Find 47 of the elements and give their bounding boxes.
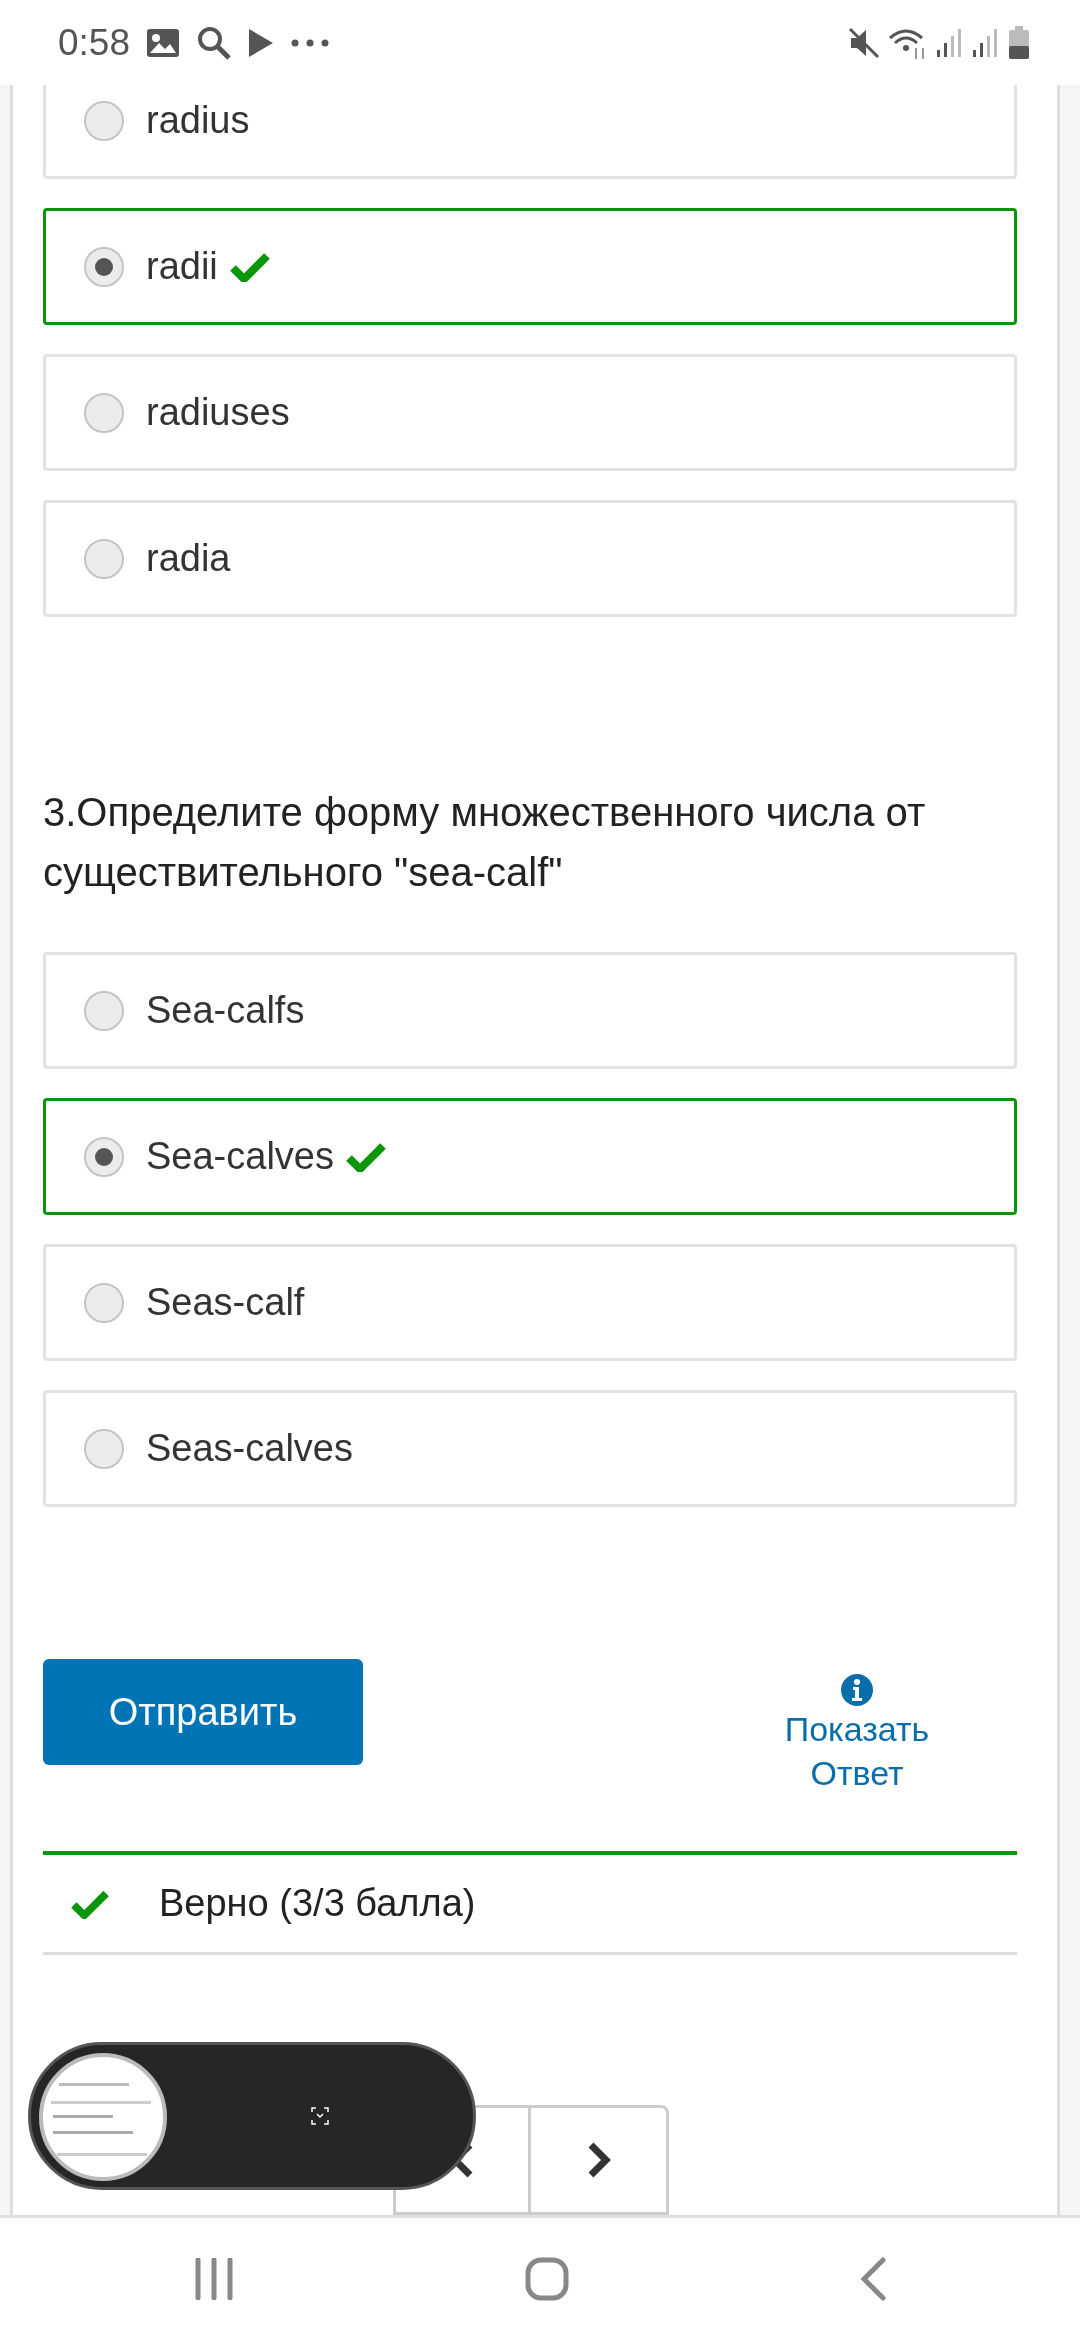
option-label: Seas-calf <box>146 1280 305 1325</box>
thumbnail-drawing[interactable] <box>39 2053 167 2181</box>
answer-option[interactable]: Seas-calf <box>43 1244 1017 1361</box>
submit-button[interactable]: Отправить <box>43 1659 363 1765</box>
status-time: 0:58 <box>58 20 130 65</box>
signal-icon <box>936 27 964 58</box>
radio-button[interactable] <box>84 538 124 579</box>
home-icon[interactable] <box>525 2257 569 2301</box>
more-icon <box>290 37 330 48</box>
option-label: radia <box>146 536 231 581</box>
answer-option[interactable]: radius <box>43 85 1017 179</box>
result-text: Верно (3/3 балла) <box>159 1881 476 1927</box>
answer-option[interactable]: radii <box>43 208 1017 325</box>
radio-button[interactable] <box>84 100 124 141</box>
option-label: radii <box>146 244 218 289</box>
radio-button[interactable] <box>84 990 124 1031</box>
answer-option[interactable]: Sea-calves <box>43 1098 1017 1215</box>
radio-button[interactable] <box>84 1136 124 1177</box>
signal-icon <box>972 27 1000 58</box>
radio-button[interactable] <box>84 392 124 433</box>
show-answer-link[interactable]: Показать Ответ <box>757 1707 957 1795</box>
radio-button[interactable] <box>84 1282 124 1323</box>
answer-option[interactable]: radiuses <box>43 354 1017 471</box>
option-label: radiuses <box>146 390 290 435</box>
answer-option[interactable]: Seas-calves <box>43 1390 1017 1507</box>
check-icon <box>229 251 270 282</box>
search-icon <box>196 24 232 61</box>
recents-icon[interactable] <box>193 2258 234 2300</box>
info-icon[interactable] <box>840 1673 874 1707</box>
play-icon <box>248 27 274 58</box>
back-icon[interactable] <box>860 2257 887 2301</box>
check-icon <box>71 1888 109 1919</box>
option-label: Sea-calves <box>146 1134 334 1179</box>
option-label: radius <box>146 98 250 143</box>
question-text: 3.Определите форму множественного числа от существительного "sea-calf" <box>43 789 927 896</box>
chevron-right-icon <box>586 2142 611 2178</box>
image-icon <box>146 27 180 58</box>
radio-button[interactable] <box>84 246 124 287</box>
answer-option[interactable]: radia <box>43 500 1017 617</box>
check-icon <box>346 1141 386 1172</box>
expand-icon[interactable] <box>311 2107 329 2125</box>
option-label: Seas-calves <box>146 1426 353 1471</box>
battery-icon <box>1008 25 1030 60</box>
answer-option[interactable]: Sea-calfs <box>43 952 1017 1069</box>
mute-icon <box>848 26 880 59</box>
option-label: Sea-calfs <box>146 988 305 1033</box>
radio-button[interactable] <box>84 1428 124 1469</box>
